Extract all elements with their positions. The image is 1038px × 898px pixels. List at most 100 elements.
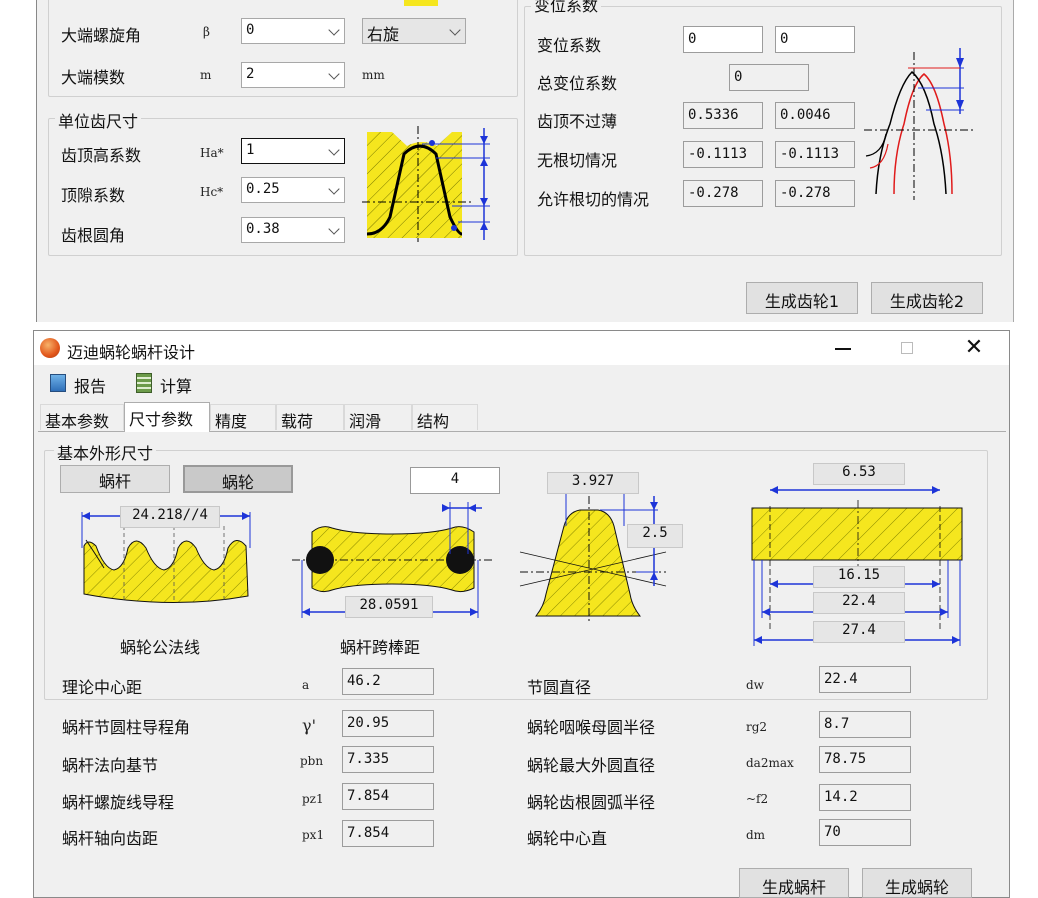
module-symbol: m	[200, 68, 212, 82]
normal-base-pitch-symbol: pbn	[300, 754, 324, 768]
generate-worm-button[interactable]: 生成蜗杆	[739, 868, 849, 898]
close-button[interactable]: ✕	[956, 334, 992, 362]
shift-coef-title: 变位系数	[531, 0, 602, 16]
helix-angle-value: 0	[246, 22, 255, 38]
tip-thickness-v1: 0.5336	[683, 102, 763, 129]
tooth-right-value: 2.5	[627, 524, 683, 548]
pitch-diameter-symbol: dw	[746, 678, 764, 692]
clearance-label: 顶隙系数	[61, 186, 126, 205]
module-label: 大端模数	[61, 68, 126, 87]
module-combo[interactable]: 2	[241, 62, 345, 88]
root-fillet-label: 齿根圆角	[61, 226, 126, 245]
worm-tooth-diagram	[519, 484, 667, 624]
worm-toggle-button[interactable]: 蜗杆	[60, 465, 170, 493]
shift-gear2-input[interactable]: 0	[775, 26, 855, 53]
throat-radius-value: 8.7	[819, 711, 911, 738]
chevron-down-icon	[328, 223, 340, 235]
throat-radius-symbol: rg2	[746, 720, 768, 734]
no-undercut-v2: -0.1113	[775, 141, 855, 168]
addendum-value: 1	[246, 142, 255, 158]
lead-angle-symbol: γ'	[302, 716, 316, 735]
calc-button[interactable]: 计算	[132, 371, 204, 397]
clearance-symbol: Hc*	[200, 185, 224, 199]
no-undercut-label: 无根切情况	[537, 151, 618, 170]
calculator-icon	[136, 373, 152, 393]
tip-thickness-v2: 0.0046	[775, 102, 855, 129]
chevron-down-icon	[328, 24, 340, 36]
cut-off-yellow	[404, 0, 438, 6]
axial-pitch-label: 蜗杆轴向齿距	[62, 829, 159, 848]
ball-span-label: 蜗杆跨棒距	[340, 638, 421, 657]
clearance-combo[interactable]: 0.25	[241, 177, 345, 203]
generate-gear2-button[interactable]: 生成齿轮2	[871, 282, 983, 314]
lead-angle-value: 20.95	[342, 710, 434, 737]
tooth-profile-diagram	[362, 126, 490, 242]
root-arc-radius-symbol: ~f2	[746, 792, 769, 806]
tab-lubrication[interactable]: 润滑	[344, 404, 412, 431]
unit-tooth-title: 单位齿尺寸	[55, 108, 142, 132]
tip-thickness-label: 齿顶不过薄	[537, 112, 618, 131]
rect-value-3: 27.4	[813, 621, 905, 643]
addendum-combo[interactable]: 1	[241, 138, 345, 164]
report-label: 报告	[74, 377, 107, 396]
helix-angle-symbol: β	[203, 25, 210, 39]
helix-angle-combo[interactable]: 0	[241, 18, 345, 44]
generate-wheel-button[interactable]: 生成蜗轮	[862, 868, 972, 898]
shift-row-label: 变位系数	[537, 36, 602, 55]
shift-gear1-input[interactable]: 0	[683, 26, 763, 53]
rect-top-value: 6.53	[813, 463, 905, 485]
module-value: 2	[246, 66, 255, 82]
root-arc-radius-value: 14.2	[819, 784, 911, 811]
max-outer-diameter-symbol: da2max	[746, 756, 794, 770]
allow-undercut-v2: -0.278	[775, 180, 855, 207]
clearance-value: 0.25	[246, 181, 280, 197]
generate-gear1-button[interactable]: 生成齿轮1	[746, 282, 858, 314]
center-distance-symbol: a	[302, 678, 310, 692]
app-logo-icon	[40, 338, 60, 358]
close-icon: ✕	[964, 335, 984, 360]
lead-angle-label: 蜗杆节圆柱导程角	[62, 718, 191, 737]
allow-undercut-label: 允许根切的情况	[537, 190, 650, 209]
calc-label: 计算	[160, 377, 193, 396]
helix-lead-symbol: pz1	[302, 792, 324, 806]
wheel-toggle-button[interactable]: 蜗轮	[183, 465, 293, 493]
ball-top-value: 4	[410, 467, 500, 494]
tab-accuracy[interactable]: 精度	[210, 404, 276, 431]
basic-shape-title: 基本外形尺寸	[54, 440, 157, 464]
root-fillet-combo[interactable]: 0.38	[241, 217, 345, 243]
axial-pitch-symbol: px1	[302, 828, 325, 842]
tab-load[interactable]: 载荷	[276, 404, 344, 431]
center-diameter-label: 蜗轮中心直	[527, 829, 608, 848]
total-shift-label: 总变位系数	[537, 74, 618, 93]
allow-undercut-v1: -0.278	[683, 180, 763, 207]
pitch-diameter-value: 22.4	[819, 666, 911, 693]
helix-direction-value: 右旋	[367, 25, 400, 44]
axial-pitch-value: 7.854	[342, 820, 434, 847]
max-outer-diameter-value: 78.75	[819, 746, 911, 773]
top-window-border-right	[1013, 0, 1014, 322]
normal-base-pitch-label: 蜗杆法向基节	[62, 756, 159, 775]
helix-lead-value: 7.854	[342, 783, 434, 810]
tab-structure[interactable]: 结构	[412, 404, 478, 431]
maximize-button[interactable]	[890, 334, 926, 362]
minimize-button[interactable]	[826, 334, 862, 362]
chevron-down-icon	[449, 24, 461, 36]
normal-base-pitch-value: 7.335	[342, 746, 434, 773]
tab-basic-params[interactable]: 基本参数	[40, 404, 124, 431]
root-arc-radius-label: 蜗轮齿根圆弧半径	[527, 793, 656, 812]
max-outer-diameter-label: 蜗轮最大外圆直径	[527, 756, 656, 775]
ball-span-value: 28.0591	[345, 596, 433, 618]
wheel-normal-value: 24.218//4	[120, 506, 220, 528]
throat-radius-label: 蜗轮咽喉母圆半径	[527, 718, 656, 737]
helix-direction-combo[interactable]: 右旋	[362, 18, 466, 44]
chevron-down-icon	[328, 144, 340, 156]
root-fillet-value: 0.38	[246, 221, 280, 237]
module-unit: mm	[362, 68, 385, 82]
helix-angle-label: 大端螺旋角	[61, 26, 142, 45]
no-undercut-v1: -0.1113	[683, 141, 763, 168]
rect-value-2: 22.4	[813, 592, 905, 614]
report-button[interactable]: 报告	[46, 371, 118, 397]
tab-size-params[interactable]: 尺寸参数	[124, 402, 210, 432]
total-shift-value: 0	[729, 64, 809, 91]
center-diameter-symbol: dm	[746, 828, 766, 842]
